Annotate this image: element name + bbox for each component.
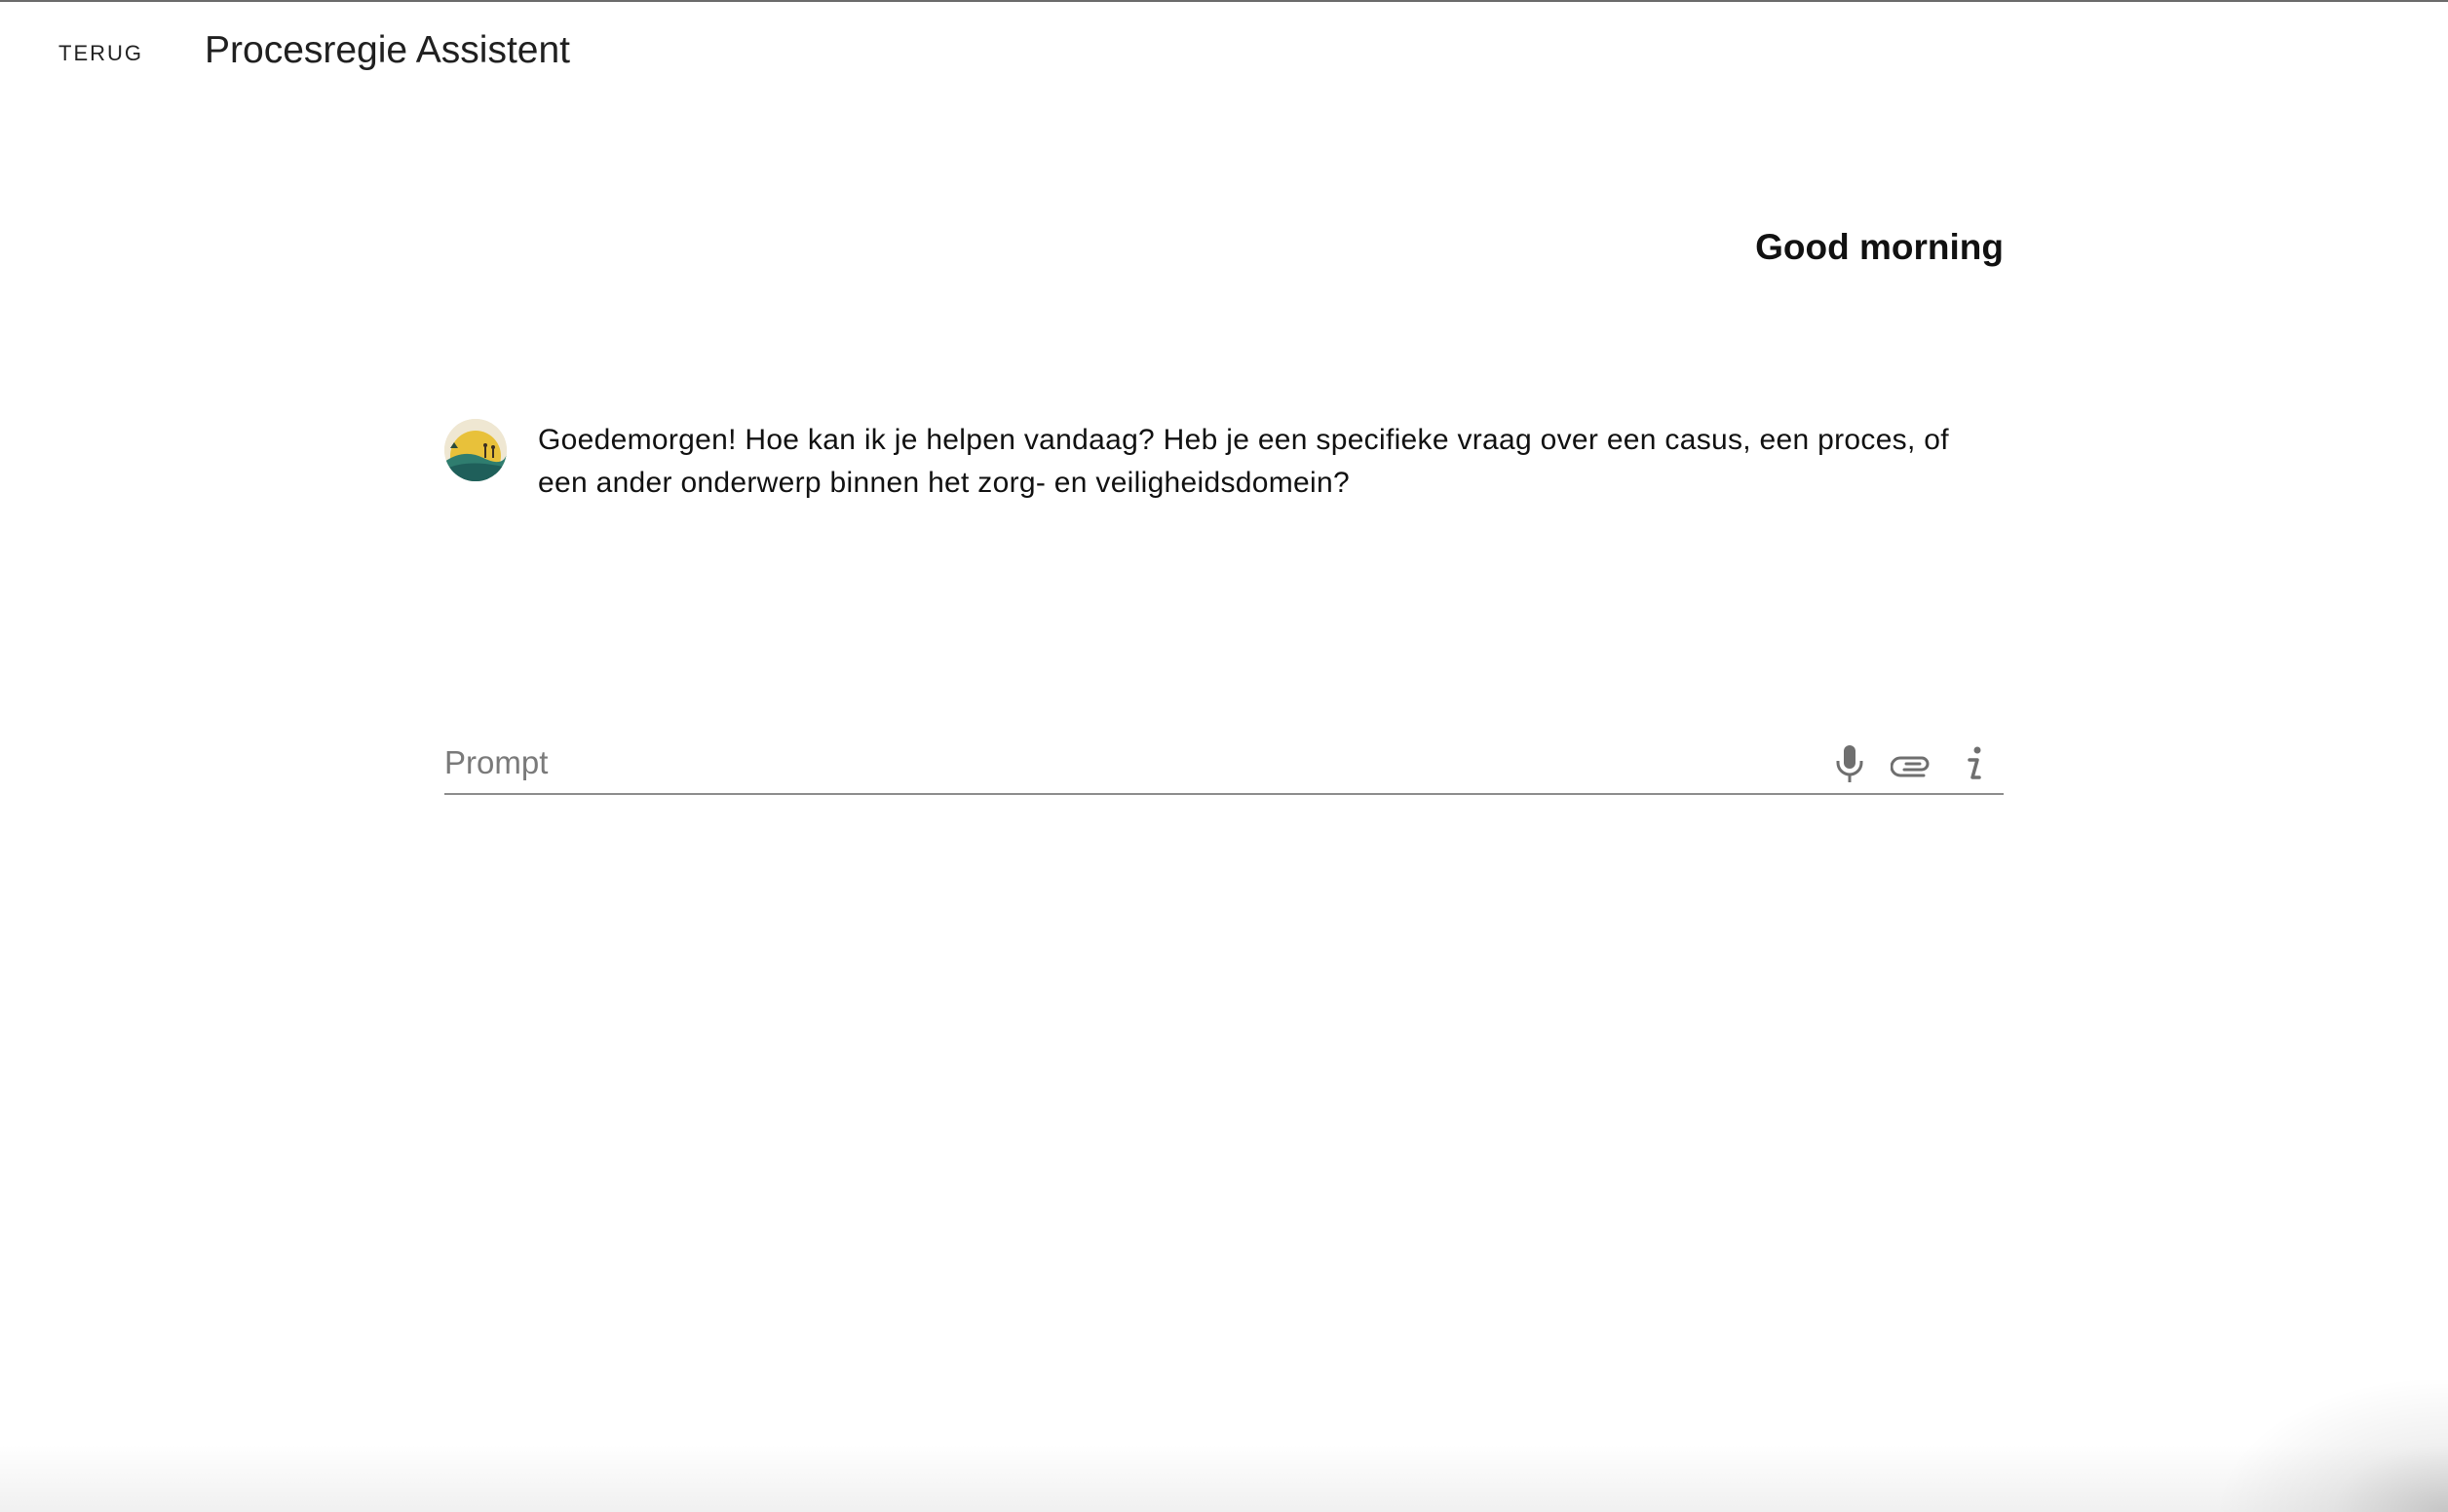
bottom-shadow (0, 1444, 2448, 1512)
avatar-landscape-icon (444, 419, 507, 481)
corner-shadow (2214, 1376, 2448, 1512)
prompt-input[interactable] (444, 733, 1809, 793)
microphone-icon[interactable] (1828, 742, 1871, 785)
prompt-field (444, 733, 2004, 795)
paperclip-icon[interactable] (1891, 742, 1933, 785)
greeting-message: Good morning (1755, 227, 2004, 267)
back-button[interactable]: TERUG (41, 23, 161, 84)
assistant-avatar (444, 419, 507, 481)
app-window: TERUG Procesregie Assistent Good morning… (0, 0, 2448, 1512)
app-bar: TERUG Procesregie Assistent (0, 4, 2448, 97)
info-icon[interactable] (1953, 742, 1996, 785)
page-title: Procesregie Assistent (205, 29, 571, 71)
assistant-message: Goedemorgen! Hoe kan ik je helpen vandaa… (444, 419, 2004, 505)
assistant-message-text: Goedemorgen! Hoe kan ik je helpen vandaa… (538, 424, 1949, 499)
